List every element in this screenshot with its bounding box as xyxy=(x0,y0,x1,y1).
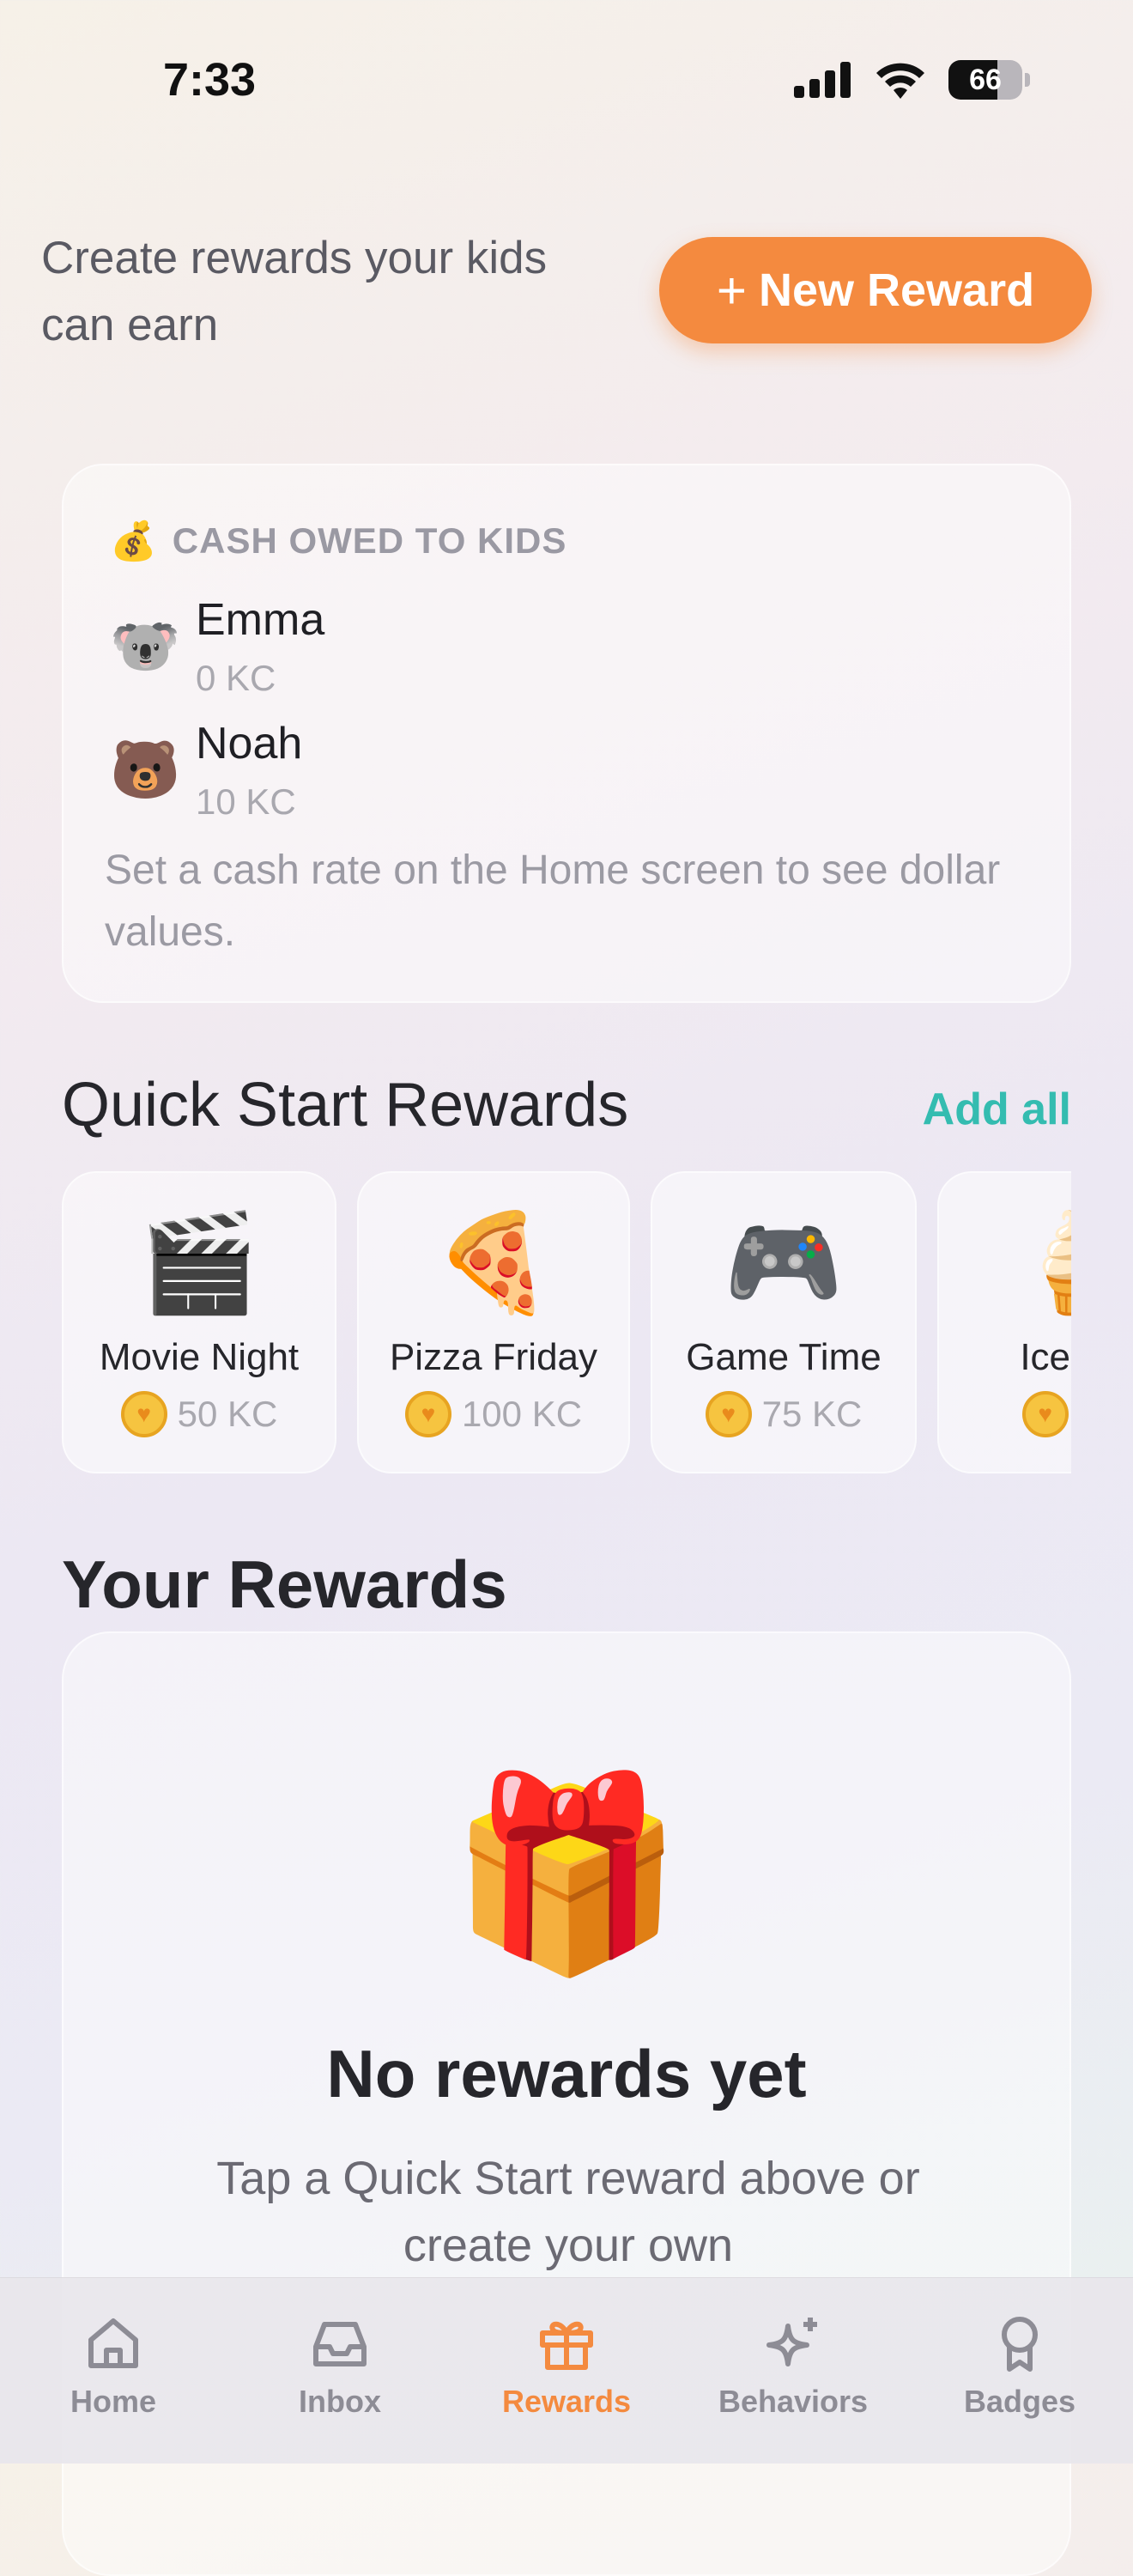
badge-icon xyxy=(1002,2317,1038,2372)
quick-start-cost: 100 KC xyxy=(461,1394,583,1434)
tab-label: Rewards xyxy=(501,2384,632,2419)
status-icons: 66 xyxy=(794,60,1030,100)
ice-cream-icon: 🍦 xyxy=(1010,1209,1071,1316)
gift-icon xyxy=(540,2321,593,2370)
quick-start-cost: 50 KC xyxy=(177,1394,278,1434)
tab-label: Inbox xyxy=(299,2384,381,2419)
cash-rate-note: Set a cash rate on the Home screen to se… xyxy=(105,848,1001,955)
plus-icon: + xyxy=(716,261,747,319)
quick-start-card-movie-night[interactable]: 🎬 Movie Night ♥ 50 KC xyxy=(62,1171,336,1473)
add-all-button[interactable]: Add all xyxy=(923,1084,1071,1135)
clapperboard-icon: 🎬 xyxy=(139,1209,259,1316)
coin-icon: ♥ xyxy=(120,1391,167,1437)
quick-start-carousel[interactable]: 🎬 Movie Night ♥ 50 KC 🍕 Pizza Friday ♥ 1… xyxy=(62,1171,1071,1473)
tab-badges[interactable]: Badges xyxy=(925,2312,1114,2420)
koala-avatar-icon: 🐨 xyxy=(110,614,181,677)
money-bag-icon: 💰 xyxy=(110,520,157,562)
quick-start-card-game-time[interactable]: 🎮 Game Time ♥ 75 KC xyxy=(651,1171,917,1473)
tab-label: Home xyxy=(70,2384,157,2419)
kid-name: Emma xyxy=(196,595,325,645)
new-reward-label: New Reward xyxy=(758,264,1035,316)
tab-behaviors[interactable]: Behaviors xyxy=(699,2312,888,2420)
quick-start-card-ice-cream[interactable]: 🍦 Ice Cr ♥ 40 xyxy=(937,1171,1071,1473)
sparkle-icon xyxy=(766,2318,817,2366)
quick-start-label: Movie Night xyxy=(99,1336,300,1378)
home-icon xyxy=(88,2318,138,2368)
quick-start-label: Ice Cr xyxy=(1020,1336,1071,1378)
status-time: 7:33 xyxy=(163,54,257,106)
cash-owed-card: 💰 CASH OWED TO KIDS 🐨 Emma 0 KC 🐻 Noah 1… xyxy=(62,464,1071,1003)
page-subtitle: Create rewards your kids can earn xyxy=(41,233,548,350)
coin-icon: ♥ xyxy=(705,1391,752,1437)
wifi-icon xyxy=(876,63,924,99)
cash-owed-title: CASH OWED TO KIDS xyxy=(172,520,567,561)
kid-amount: 10 KC xyxy=(196,781,296,822)
kid-amount: 0 KC xyxy=(196,658,276,698)
bear-avatar-icon: 🐻 xyxy=(110,738,181,801)
quick-start-price: ♥ 100 KC xyxy=(359,1391,628,1437)
tab-label: Behaviors xyxy=(718,2384,869,2419)
quick-start-price: ♥ 75 KC xyxy=(652,1391,915,1437)
quick-start-price: ♥ 50 KC xyxy=(64,1391,335,1437)
tab-inbox[interactable]: Inbox xyxy=(245,2312,434,2420)
new-reward-button[interactable]: + New Reward xyxy=(659,237,1092,343)
battery-level: 66 xyxy=(948,60,1022,100)
inbox-icon xyxy=(313,2322,367,2366)
quick-start-card-pizza-friday[interactable]: 🍕 Pizza Friday ♥ 100 KC xyxy=(357,1171,630,1473)
signal-icon xyxy=(794,62,851,98)
empty-state-subtitle: Tap a Quick Start reward above or create… xyxy=(216,2153,920,2271)
tab-rewards[interactable]: Rewards xyxy=(472,2312,661,2420)
quick-start-cost: 75 KC xyxy=(761,1394,863,1434)
kid-row-emma: 🐨 Emma 0 KC xyxy=(110,594,324,699)
kid-name: Noah xyxy=(196,719,303,769)
empty-state-title: No rewards yet xyxy=(326,2036,807,2111)
pizza-icon: 🍕 xyxy=(433,1209,554,1316)
tab-label: Badges xyxy=(963,2384,1076,2419)
quick-start-title: Quick Start Rewards xyxy=(62,1071,629,1139)
kid-row-noah: 🐻 Noah 10 KC xyxy=(110,718,302,823)
cash-owed-header: 💰 CASH OWED TO KIDS xyxy=(110,519,566,563)
tab-home[interactable]: Home xyxy=(19,2312,208,2420)
quick-start-label: Pizza Friday xyxy=(389,1336,598,1378)
coin-icon: ♥ xyxy=(404,1391,451,1437)
tab-bar: Home Inbox Rewards Behaviors Badges xyxy=(0,2277,1133,2464)
quick-start-label: Game Time xyxy=(686,1336,882,1378)
your-rewards-title: Your Rewards xyxy=(62,1546,507,1622)
coin-icon: ♥ xyxy=(1021,1391,1069,1437)
gift-icon: 🎁 xyxy=(449,1768,684,1979)
quick-start-price: ♥ 40 xyxy=(939,1391,1071,1437)
game-controller-icon: 🎮 xyxy=(724,1209,844,1316)
battery-icon: 66 xyxy=(948,60,1030,100)
status-bar: 7:33 66 xyxy=(0,0,1133,163)
